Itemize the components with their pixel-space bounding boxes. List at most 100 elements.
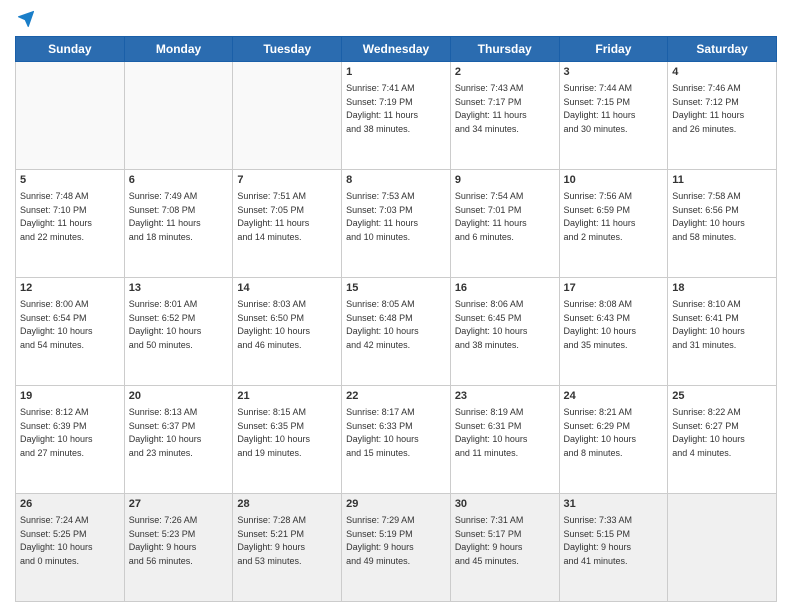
- day-info: Sunrise: 7:44 AM Sunset: 7:15 PM Dayligh…: [564, 82, 664, 136]
- calendar-day-13: 13 Sunrise: 8:01 AM Sunset: 6:52 PM Dayli…: [124, 278, 233, 386]
- day-header-saturday: Saturday: [668, 37, 777, 62]
- day-number: 23: [455, 389, 555, 404]
- day-number: 9: [455, 173, 555, 188]
- day-number: 14: [237, 281, 337, 296]
- day-info: Sunrise: 7:33 AM Sunset: 5:15 PM Dayligh…: [564, 514, 664, 568]
- calendar-day-11: 11Sunrise: 7:58 AM Sunset: 6:56 PM Dayli…: [668, 170, 777, 278]
- day-number: 3: [564, 65, 664, 80]
- day-info: Sunrise: 8:06 AM Sunset: 6:45 PM Dayligh…: [455, 298, 555, 352]
- day-number: 22: [346, 389, 446, 404]
- calendar-day-12: 12Sunrise: 8:00 AM Sunset: 6:54 PM Dayli…: [16, 278, 125, 386]
- day-number: 13: [129, 281, 229, 296]
- day-number: 15: [346, 281, 446, 296]
- bird-icon: [17, 10, 35, 28]
- calendar-day-24: 24 Sunrise: 8:21 AM Sunset: 6:29 PM Dayli…: [559, 386, 668, 494]
- calendar-day-22: 22 Sunrise: 8:17 AM Sunset: 6:33 PM Dayli…: [342, 386, 451, 494]
- day-number: 5: [20, 173, 120, 188]
- day-number: 18: [672, 281, 772, 296]
- day-info: Sunrise: 8:19 AM Sunset: 6:31 PM Dayligh…: [455, 406, 555, 460]
- day-number: 21: [237, 389, 337, 404]
- day-info: Sunrise: 8:22 AM Sunset: 6:27 PM Dayligh…: [672, 406, 772, 460]
- day-info: Sunrise: 7:26 AM Sunset: 5:23 PM Dayligh…: [129, 514, 229, 568]
- calendar-week-row: 26Sunrise: 7:24 AM Sunset: 5:25 PM Dayli…: [16, 494, 777, 602]
- day-number: 17: [564, 281, 664, 296]
- calendar-day-1: 1 Sunrise: 7:41 AM Sunset: 7:19 PM Daylig…: [342, 62, 451, 170]
- day-info: Sunrise: 8:12 AM Sunset: 6:39 PM Dayligh…: [20, 406, 120, 460]
- calendar-day-empty: [233, 62, 342, 170]
- calendar-day-30: 30 Sunrise: 7:31 AM Sunset: 5:17 PM Dayli…: [450, 494, 559, 602]
- day-info: Sunrise: 8:05 AM Sunset: 6:48 PM Dayligh…: [346, 298, 446, 352]
- calendar-day-17: 17 Sunrise: 8:08 AM Sunset: 6:43 PM Dayli…: [559, 278, 668, 386]
- day-number: 26: [20, 497, 120, 512]
- calendar-day-27: 27 Sunrise: 7:26 AM Sunset: 5:23 PM Dayli…: [124, 494, 233, 602]
- day-info: Sunrise: 7:43 AM Sunset: 7:17 PM Dayligh…: [455, 82, 555, 136]
- day-info: Sunrise: 7:54 AM Sunset: 7:01 PM Dayligh…: [455, 190, 555, 244]
- day-header-sunday: Sunday: [16, 37, 125, 62]
- calendar-week-row: 5 Sunrise: 7:48 AM Sunset: 7:10 PM Daylig…: [16, 170, 777, 278]
- calendar-day-8: 8 Sunrise: 7:53 AM Sunset: 7:03 PM Daylig…: [342, 170, 451, 278]
- day-header-monday: Monday: [124, 37, 233, 62]
- day-number: 29: [346, 497, 446, 512]
- day-number: 27: [129, 497, 229, 512]
- day-number: 6: [129, 173, 229, 188]
- day-number: 24: [564, 389, 664, 404]
- calendar-day-empty: [124, 62, 233, 170]
- day-number: 19: [20, 389, 120, 404]
- calendar-day-16: 16Sunrise: 8:06 AM Sunset: 6:45 PM Dayli…: [450, 278, 559, 386]
- calendar-day-18: 18 Sunrise: 8:10 AM Sunset: 6:41 PM Dayli…: [668, 278, 777, 386]
- calendar-day-empty: [668, 494, 777, 602]
- calendar-day-empty: [16, 62, 125, 170]
- day-number: 4: [672, 65, 772, 80]
- day-info: Sunrise: 7:58 AM Sunset: 6:56 PM Dayligh…: [672, 190, 772, 244]
- day-info: Sunrise: 8:03 AM Sunset: 6:50 PM Dayligh…: [237, 298, 337, 352]
- calendar-day-9: 9 Sunrise: 7:54 AM Sunset: 7:01 PM Daylig…: [450, 170, 559, 278]
- day-number: 30: [455, 497, 555, 512]
- day-info: Sunrise: 8:15 AM Sunset: 6:35 PM Dayligh…: [237, 406, 337, 460]
- day-info: Sunrise: 7:51 AM Sunset: 7:05 PM Dayligh…: [237, 190, 337, 244]
- calendar-day-21: 21 Sunrise: 8:15 AM Sunset: 6:35 PM Dayli…: [233, 386, 342, 494]
- calendar-day-4: 4Sunrise: 7:46 AM Sunset: 7:12 PM Daylig…: [668, 62, 777, 170]
- day-info: Sunrise: 7:56 AM Sunset: 6:59 PM Dayligh…: [564, 190, 664, 244]
- day-number: 8: [346, 173, 446, 188]
- day-number: 7: [237, 173, 337, 188]
- day-number: 20: [129, 389, 229, 404]
- day-header-wednesday: Wednesday: [342, 37, 451, 62]
- header: [15, 10, 777, 28]
- day-number: 1: [346, 65, 446, 80]
- day-info: Sunrise: 8:01 AM Sunset: 6:52 PM Dayligh…: [129, 298, 229, 352]
- calendar-week-row: 19 Sunrise: 8:12 AM Sunset: 6:39 PM Dayli…: [16, 386, 777, 494]
- calendar-header-row: SundayMondayTuesdayWednesdayThursdayFrid…: [16, 37, 777, 62]
- day-info: Sunrise: 8:13 AM Sunset: 6:37 PM Dayligh…: [129, 406, 229, 460]
- day-info: Sunrise: 8:21 AM Sunset: 6:29 PM Dayligh…: [564, 406, 664, 460]
- day-number: 31: [564, 497, 664, 512]
- page: SundayMondayTuesdayWednesdayThursdayFrid…: [0, 0, 792, 612]
- calendar-day-28: 28Sunrise: 7:28 AM Sunset: 5:21 PM Dayli…: [233, 494, 342, 602]
- calendar-week-row: 1 Sunrise: 7:41 AM Sunset: 7:19 PM Daylig…: [16, 62, 777, 170]
- day-info: Sunrise: 7:28 AM Sunset: 5:21 PM Dayligh…: [237, 514, 337, 568]
- calendar-day-5: 5 Sunrise: 7:48 AM Sunset: 7:10 PM Daylig…: [16, 170, 125, 278]
- calendar-day-2: 2Sunrise: 7:43 AM Sunset: 7:17 PM Daylig…: [450, 62, 559, 170]
- day-header-tuesday: Tuesday: [233, 37, 342, 62]
- day-info: Sunrise: 7:41 AM Sunset: 7:19 PM Dayligh…: [346, 82, 446, 136]
- day-header-friday: Friday: [559, 37, 668, 62]
- calendar-day-25: 25 Sunrise: 8:22 AM Sunset: 6:27 PM Dayli…: [668, 386, 777, 494]
- calendar-day-7: 7 Sunrise: 7:51 AM Sunset: 7:05 PM Daylig…: [233, 170, 342, 278]
- day-number: 25: [672, 389, 772, 404]
- day-info: Sunrise: 7:48 AM Sunset: 7:10 PM Dayligh…: [20, 190, 120, 244]
- day-header-thursday: Thursday: [450, 37, 559, 62]
- calendar-day-26: 26Sunrise: 7:24 AM Sunset: 5:25 PM Dayli…: [16, 494, 125, 602]
- day-number: 10: [564, 173, 664, 188]
- calendar-day-20: 20 Sunrise: 8:13 AM Sunset: 6:37 PM Dayli…: [124, 386, 233, 494]
- calendar-day-31: 31 Sunrise: 7:33 AM Sunset: 5:15 PM Dayli…: [559, 494, 668, 602]
- calendar-day-3: 3 Sunrise: 7:44 AM Sunset: 7:15 PM Daylig…: [559, 62, 668, 170]
- day-info: Sunrise: 8:17 AM Sunset: 6:33 PM Dayligh…: [346, 406, 446, 460]
- day-info: Sunrise: 8:10 AM Sunset: 6:41 PM Dayligh…: [672, 298, 772, 352]
- day-info: Sunrise: 8:08 AM Sunset: 6:43 PM Dayligh…: [564, 298, 664, 352]
- day-info: Sunrise: 7:31 AM Sunset: 5:17 PM Dayligh…: [455, 514, 555, 568]
- calendar-day-6: 6Sunrise: 7:49 AM Sunset: 7:08 PM Daylig…: [124, 170, 233, 278]
- calendar-week-row: 12Sunrise: 8:00 AM Sunset: 6:54 PM Dayli…: [16, 278, 777, 386]
- calendar-day-15: 15 Sunrise: 8:05 AM Sunset: 6:48 PM Dayli…: [342, 278, 451, 386]
- day-info: Sunrise: 7:29 AM Sunset: 5:19 PM Dayligh…: [346, 514, 446, 568]
- calendar-day-10: 10 Sunrise: 7:56 AM Sunset: 6:59 PM Dayli…: [559, 170, 668, 278]
- day-info: Sunrise: 7:53 AM Sunset: 7:03 PM Dayligh…: [346, 190, 446, 244]
